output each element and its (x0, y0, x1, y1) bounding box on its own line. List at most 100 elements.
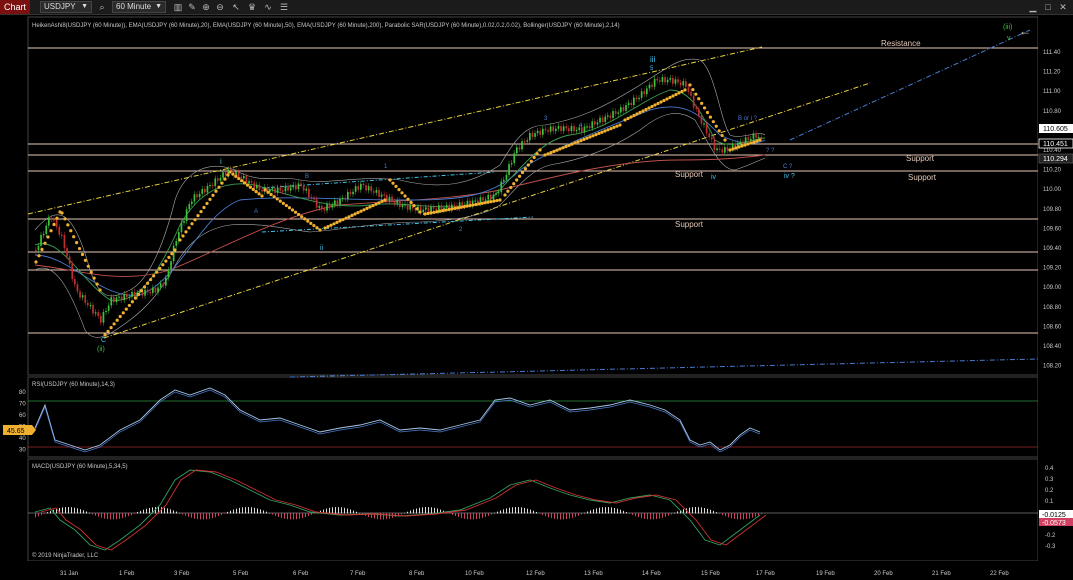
sar-dot (653, 103, 657, 107)
macd-histogram-bar (248, 507, 249, 514)
macd-histogram-bar (626, 512, 627, 514)
macd-histogram-bar (167, 508, 168, 514)
macd-histogram-bar (719, 513, 720, 514)
sar-dot (217, 185, 221, 189)
back-arrow-icon[interactable]: ← (1019, 24, 1031, 38)
candle-body (365, 185, 367, 191)
macd-histogram-bar (74, 507, 75, 514)
candle-body (744, 137, 747, 145)
wave-label-c: C (101, 337, 106, 344)
candle-body (297, 183, 300, 190)
macd-histogram-bar (83, 510, 84, 514)
macd-histogram-bar (68, 507, 69, 514)
candle-body (110, 297, 113, 306)
sar-dot (374, 202, 378, 206)
sar-dot (447, 207, 451, 212)
macd-histogram-bar (713, 510, 714, 514)
sar-dot (284, 203, 288, 208)
candle-body (482, 197, 484, 201)
macd-histogram-bar (503, 509, 504, 514)
macd-histogram-bar (122, 513, 123, 519)
macd-histogram-bar (545, 513, 546, 517)
macd-histogram-bar (185, 513, 186, 516)
x-tick-label: 8 Feb (409, 571, 425, 577)
candle-body (305, 188, 308, 191)
sar-dot (526, 163, 530, 167)
sar-dot (415, 207, 419, 211)
sar-dot (734, 146, 738, 150)
sar-dot (683, 88, 687, 92)
sar-dot (615, 124, 619, 128)
macd-histogram-bar (293, 513, 294, 520)
x-tick-label: 10 Feb (465, 571, 484, 577)
price-panel[interactable] (27, 16, 1039, 376)
macd-histogram-bar (65, 507, 66, 514)
sar-dot (702, 106, 707, 110)
support-label: Support (675, 170, 704, 179)
candle-body (92, 304, 94, 314)
sar-dot (543, 153, 547, 157)
candle-body (165, 277, 167, 286)
candle-body (700, 115, 703, 124)
macd-histogram-bar (530, 509, 531, 514)
candle-body (557, 126, 560, 129)
macd-histogram-bar (182, 513, 183, 515)
macd-histogram-bar (344, 507, 345, 514)
candle-body (544, 128, 547, 131)
candle-body (183, 221, 185, 223)
sar-dot (450, 207, 454, 211)
sar-dot (656, 101, 660, 106)
rsi-tick-label: 80 (19, 390, 26, 396)
macd-histogram-bar (434, 507, 435, 514)
sar-dot (371, 204, 375, 208)
sar-dot (635, 112, 639, 116)
candle-body (310, 197, 313, 199)
wave-label-i: i (220, 157, 222, 166)
macd-histogram-bar (104, 513, 105, 519)
macd-value-tag: -0.0125 -0.0573 (1039, 510, 1073, 527)
macd-histogram-bar (44, 513, 45, 514)
candle-body (666, 79, 669, 83)
macd-histogram-bar (551, 513, 552, 519)
sar-dot (196, 214, 200, 218)
sar-dot (220, 181, 224, 185)
macd-histogram-bar (149, 507, 150, 514)
sar-dot (558, 147, 562, 151)
sar-dot (306, 219, 310, 223)
sar-dot (474, 202, 478, 207)
candle-body (188, 204, 191, 210)
sar-dot (406, 197, 410, 201)
candle-body (128, 296, 131, 298)
sar-dot (618, 123, 622, 127)
candle-body (659, 80, 661, 82)
sar-dot (717, 129, 721, 133)
macd-histogram-bar (542, 513, 543, 515)
sar-dot (234, 174, 238, 178)
candle-body (409, 205, 412, 210)
sar-dot (388, 178, 392, 182)
sar-dot (588, 135, 592, 139)
candle-body (341, 197, 344, 200)
macd-histogram-bar (668, 513, 669, 516)
candle-body (708, 133, 711, 138)
macd-histogram-bar (116, 513, 117, 520)
rsi-panel[interactable] (27, 376, 1039, 458)
sar-dot (251, 187, 255, 192)
sar-dot (435, 210, 439, 214)
macd-histogram-bar (386, 513, 387, 520)
candle-body (349, 191, 352, 195)
sar-dot (383, 198, 387, 202)
candle-body (204, 189, 206, 193)
macd-histogram-bar (482, 513, 483, 518)
macd-panel[interactable] (27, 458, 1039, 562)
candle-body (703, 123, 705, 125)
candle-body (159, 283, 162, 288)
macd-histogram-bar (476, 513, 477, 520)
macd-histogram-bar (347, 508, 348, 514)
macd-histogram-bar (341, 507, 342, 514)
wave-label-qq: ? ? (766, 148, 775, 154)
sar-dot (368, 205, 372, 209)
candle-body (326, 203, 328, 211)
macd-histogram-bar (761, 513, 762, 515)
sar-dot (659, 100, 663, 104)
